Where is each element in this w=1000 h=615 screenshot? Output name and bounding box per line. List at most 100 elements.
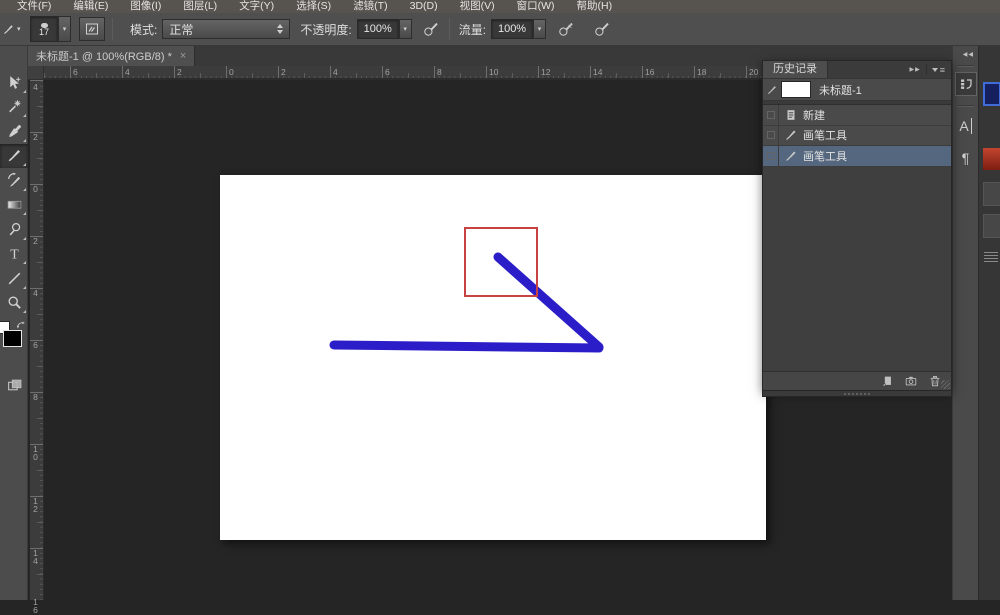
history-panel: 历史记录 ▶▶ ≡ 未标题-1 新建画笔工具画笔工具 [762, 60, 952, 391]
history-steps-list: 新建画笔工具画笔工具 [763, 105, 951, 167]
history-source-checkbox[interactable] [763, 105, 779, 125]
move-tool-icon [6, 74, 23, 91]
menu-item-3[interactable]: 图像(I) [119, 0, 172, 12]
history-source-checkbox[interactable] [763, 126, 779, 146]
tool-flyout-arrow [23, 188, 26, 191]
ruler-origin-corner[interactable] [28, 66, 44, 80]
dock-character-panel-button[interactable]: A [955, 114, 977, 138]
vertical-ruler[interactable]: 420246810121416 [30, 80, 44, 600]
line-tool[interactable] [0, 266, 28, 291]
brush-tool-icon [6, 147, 23, 164]
menu-item-4[interactable]: 图层(L) [172, 0, 228, 12]
airbrush-button[interactable] [554, 18, 576, 40]
magic-wand-tool[interactable] [0, 95, 28, 120]
menu-item-9[interactable]: 视图(V) [449, 0, 506, 12]
panel-resize-grip[interactable] [941, 380, 950, 389]
airbrush-icon [557, 21, 574, 38]
text-tool[interactable]: T [0, 242, 28, 267]
brush-tool[interactable] [0, 144, 28, 169]
pressure-opacity-button[interactable] [420, 18, 442, 40]
snapshot-thumbnail[interactable] [781, 81, 811, 98]
paragraph-panel-icon: ¶ [962, 150, 970, 166]
history-panel-tab[interactable]: 历史记录 [763, 61, 828, 78]
clipped-list-icon [984, 252, 998, 262]
hruler-label: 12 [541, 67, 550, 77]
svg-text:T: T [10, 247, 19, 262]
flow-label: 流量: [459, 21, 486, 38]
flow-input[interactable]: 100% [491, 19, 533, 39]
hruler-label: 2 [281, 67, 286, 77]
history-step-row[interactable]: 画笔工具 [763, 126, 951, 147]
tool-flyout-arrow [23, 139, 26, 142]
blend-mode-select[interactable]: 正常 [162, 19, 290, 39]
text-tool-icon: T [6, 245, 23, 262]
history-step-row[interactable]: 画笔工具 [763, 146, 951, 167]
camera-icon [904, 374, 918, 388]
gradient-tool-icon [6, 196, 23, 213]
hruler-label: 8 [437, 67, 442, 77]
brush-panel-icon [84, 21, 100, 37]
menu-bar: 文件(F)编辑(E)图像(I)图层(L)文字(Y)选择(S)滤镜(T)3D(D)… [0, 0, 1000, 13]
vruler-label: 2 [31, 133, 40, 141]
history-brush-tool[interactable] [0, 168, 28, 193]
stylus-size-icon [593, 21, 610, 38]
vruler-label: 8 [31, 393, 40, 401]
brush-preset-button[interactable]: 17 [30, 16, 58, 42]
dodge-tool[interactable] [0, 217, 28, 242]
zoom-tool-icon [6, 294, 23, 311]
history-source-checkbox[interactable] [763, 146, 779, 166]
dock-paragraph-panel-button[interactable]: ¶ [955, 146, 977, 170]
vruler-label: 4 [31, 83, 40, 91]
document-tab[interactable]: 未标题-1 @ 100%(RGB/8) * × [28, 46, 195, 66]
mode-label: 模式: [130, 21, 157, 38]
gradient-tool[interactable] [0, 193, 28, 218]
document-tab-title: 未标题-1 @ 100%(RGB/8) * [36, 48, 172, 64]
vruler-label: 6 [31, 341, 40, 349]
panel-drag-bar[interactable] [762, 391, 952, 397]
brush-picker-arrow[interactable]: ▾ [58, 16, 71, 42]
toggle-brush-panel-button[interactable] [79, 17, 105, 41]
dock-grip [958, 105, 974, 107]
history-empty-area [763, 167, 951, 372]
panel-dock: ◀◀ A ¶ [952, 46, 978, 600]
close-tab-icon[interactable]: × [180, 50, 186, 62]
eyedropper-tool[interactable] [0, 119, 28, 144]
pressure-size-button[interactable] [590, 18, 612, 40]
opacity-input[interactable]: 100% [357, 19, 399, 39]
clipped-panel-column [978, 46, 1000, 600]
foreground-color-swatch[interactable] [3, 330, 22, 347]
history-brush-source-icon[interactable] [763, 84, 781, 96]
new-snapshot-button[interactable] [901, 373, 921, 389]
collapse-dock-icon[interactable]: ◀◀ [963, 51, 978, 58]
history-step-row[interactable]: 新建 [763, 105, 951, 126]
menu-item-11[interactable]: 帮助(H) [566, 0, 624, 12]
history-snapshot-row[interactable]: 未标题-1 [763, 78, 951, 101]
menu-item-8[interactable]: 3D(D) [399, 0, 449, 12]
trash-icon [928, 374, 942, 388]
collapse-panel-icon[interactable]: ▶▶ [905, 66, 926, 73]
vruler-label: 2 [31, 237, 40, 245]
tool-preset-picker[interactable]: ▾ [2, 17, 22, 41]
divider [449, 18, 450, 40]
opacity-dropdown-arrow[interactable]: ▾ [399, 19, 412, 39]
menu-item-1[interactable]: 文件(F) [6, 0, 62, 12]
menu-item-6[interactable]: 选择(S) [285, 0, 342, 12]
tool-flyout-arrow [23, 310, 26, 313]
combo-arrows-icon [277, 24, 283, 34]
flow-dropdown-arrow[interactable]: ▾ [533, 19, 546, 39]
move-tool[interactable] [0, 70, 28, 95]
screen-mode-button[interactable] [0, 373, 28, 398]
menu-item-10[interactable]: 窗口(W) [506, 0, 566, 12]
new-document-from-state-button[interactable] [877, 373, 897, 389]
menu-item-7[interactable]: 滤镜(T) [342, 0, 398, 12]
dock-history-panel-button[interactable] [955, 72, 977, 96]
menu-item-2[interactable]: 编辑(E) [62, 0, 119, 12]
line-tool-icon [6, 270, 23, 287]
tool-flyout-arrow [23, 90, 26, 93]
tool-flyout-arrow [23, 286, 26, 289]
document-canvas[interactable] [220, 175, 766, 540]
menu-item-5[interactable]: 文字(Y) [228, 0, 285, 12]
swap-colors-icon[interactable] [16, 319, 27, 330]
zoom-tool[interactable] [0, 291, 28, 316]
panel-menu-icon[interactable]: ≡ [927, 65, 951, 75]
